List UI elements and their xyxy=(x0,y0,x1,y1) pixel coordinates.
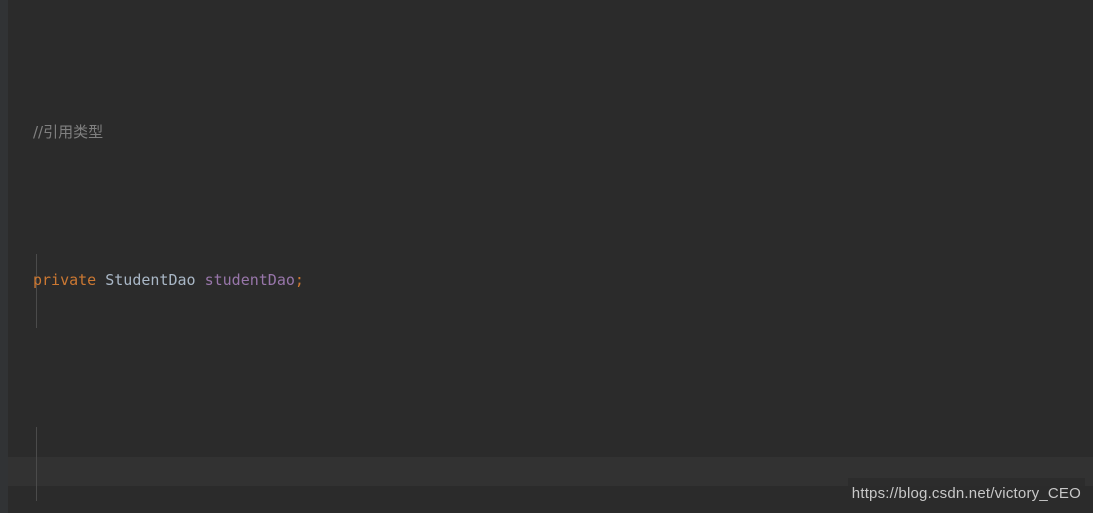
code-editor[interactable]: //引用类型 private StudentDao studentDao; //… xyxy=(0,0,1093,513)
code-line[interactable]: //引用类型 xyxy=(0,118,1093,148)
watermark-blog-url: https://blog.csdn.net/victory_CEO xyxy=(847,477,1085,509)
token-keyword-private: private xyxy=(33,270,97,289)
token-semicolon: ; xyxy=(294,270,304,289)
code-line[interactable]: private StudentDao studentDao; xyxy=(0,266,1093,296)
code-line-blank[interactable] xyxy=(0,413,1093,443)
token-field-studentdao: studentDao xyxy=(204,270,295,289)
token-comment: //引用类型 xyxy=(33,123,104,141)
code-content[interactable]: //引用类型 private StudentDao studentDao; //… xyxy=(0,0,1093,513)
token-type-studentdao: StudentDao xyxy=(105,270,196,289)
